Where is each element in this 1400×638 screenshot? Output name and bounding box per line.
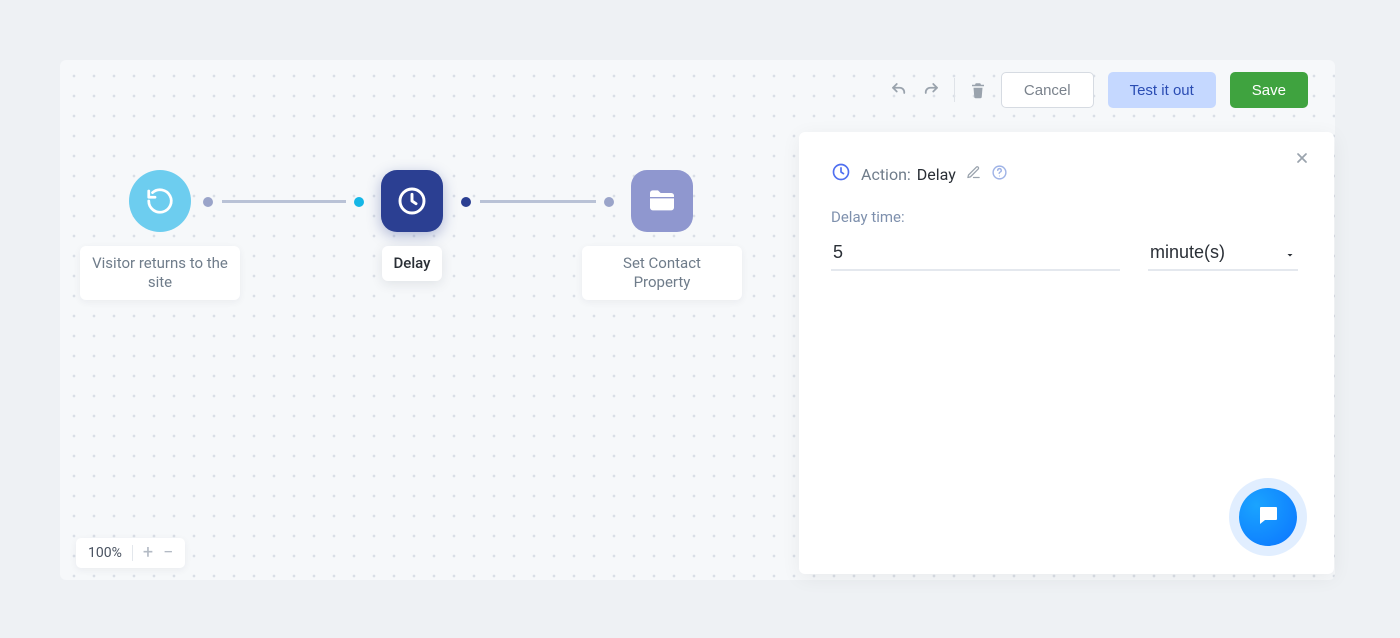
connector-dot — [203, 197, 213, 207]
flow-connector — [480, 200, 596, 203]
chat-button[interactable] — [1239, 488, 1297, 546]
delay-value-input[interactable] — [831, 236, 1120, 271]
undo-button[interactable] — [890, 81, 908, 99]
refresh-icon — [129, 170, 191, 232]
zoom-in-button[interactable]: + — [143, 544, 153, 562]
toolbar-divider — [954, 78, 955, 102]
edit-action-name-button[interactable] — [966, 165, 981, 184]
flow-node-label: Set Contact Property — [582, 246, 742, 300]
editor-toolbar: Cancel Test it out Save — [890, 72, 1308, 108]
flow-node-delay[interactable]: Delay — [332, 170, 492, 281]
delete-button[interactable] — [969, 81, 987, 99]
panel-heading: Action: Delay — [831, 162, 1298, 186]
redo-button[interactable] — [922, 81, 940, 99]
help-icon[interactable] — [991, 164, 1008, 185]
flow-connector — [222, 200, 346, 203]
flow-node-label: Visitor returns to the site — [80, 246, 240, 300]
connector-dot — [461, 197, 471, 207]
flow-node-label: Delay — [382, 246, 443, 281]
flow-node-set-contact-property[interactable]: Set Contact Property — [582, 170, 742, 300]
delay-time-label: Delay time: — [831, 208, 1298, 226]
clock-icon — [831, 162, 851, 186]
folder-icon — [631, 170, 693, 232]
delay-unit-value[interactable] — [1148, 236, 1298, 271]
zoom-divider — [132, 545, 133, 561]
close-panel-button[interactable] — [1294, 150, 1310, 171]
zoom-control: 100% + − — [76, 538, 185, 568]
chat-icon — [1256, 503, 1280, 531]
delay-time-row — [831, 236, 1298, 271]
flow-node-visitor-returns[interactable]: Visitor returns to the site — [80, 170, 240, 300]
cancel-button[interactable]: Cancel — [1001, 72, 1094, 108]
save-button[interactable]: Save — [1230, 72, 1308, 108]
delay-unit-select[interactable] — [1148, 236, 1298, 271]
zoom-level: 100% — [88, 545, 122, 561]
panel-action-prefix: Action: — [861, 165, 911, 184]
clock-icon — [381, 170, 443, 232]
zoom-out-button[interactable]: − — [163, 544, 173, 562]
panel-action-name: Delay — [917, 165, 956, 184]
test-it-out-button[interactable]: Test it out — [1108, 72, 1216, 108]
